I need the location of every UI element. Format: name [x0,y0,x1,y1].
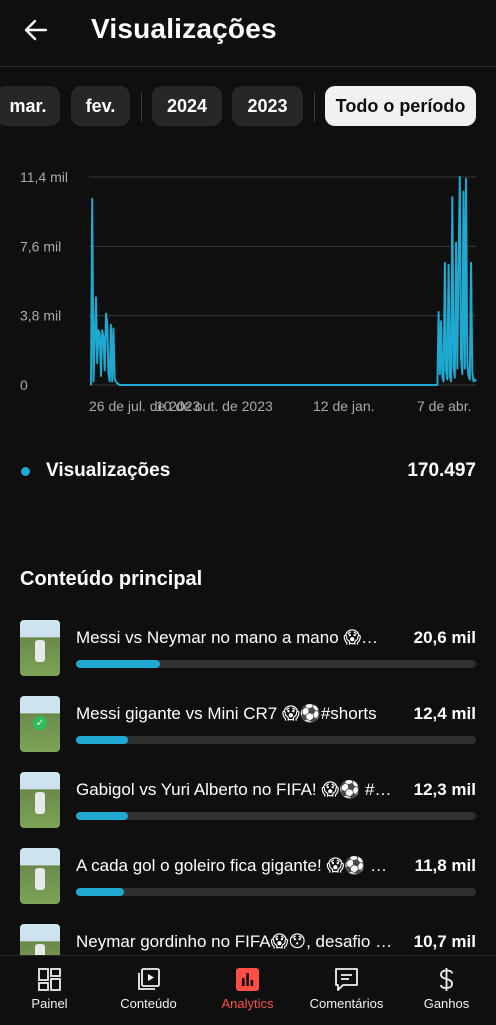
content-row[interactable]: Gabigol vs Yuri Alberto no FIFA! 😱⚽ #sho… [0,772,496,832]
app-header: Visualizações [0,0,496,67]
views-bar-fill [76,812,128,820]
chip-divider [314,92,315,122]
y-tick-label: 7,6 mil [20,238,61,254]
nav-label: Comentários [309,996,384,1011]
nav-analytics[interactable]: Analytics [198,956,297,1025]
views-summary-label: Visualizações [46,460,171,481]
views-bar-track [76,812,476,820]
analytics-icon [236,968,259,991]
views-bar-track [76,736,476,744]
content-row[interactable]: Messi vs Neymar no mano a mano 😱⚽ #short… [0,620,496,680]
chip-mar[interactable]: mar. [0,86,60,126]
back-arrow-icon[interactable] [20,14,52,46]
chip-2024[interactable]: 2024 [152,86,222,126]
legend-dot [21,467,30,476]
nav-label: Conteúdo [120,996,177,1011]
chip-divider [141,92,142,122]
views-chart[interactable]: 11,4 mil 7,6 mil 3,8 mil 0 26 de jul. de 20… [0,160,496,420]
nav-label: Analytics [221,996,274,1011]
y-tick-label: 11,4 mil [20,169,68,185]
x-tick-label: 10 de out. de 2023 [156,398,273,414]
content-row[interactable]: ✓ Messi gigante vs Mini CR7 😱⚽#shorts 12… [0,696,496,756]
content-icon [138,968,160,990]
y-tick-label: 0 [20,377,28,393]
x-tick-label: 12 de jan. [313,398,375,414]
video-views: 12,3 mil [413,780,476,799]
top-content-title: Conteúdo principal [20,568,203,590]
video-title: A cada gol o goleiro fica gigante! 😱⚽ #s… [76,856,396,875]
views-bar-track [76,660,476,668]
chip-2023[interactable]: 2023 [232,86,303,126]
nav-comentarios[interactable]: Comentários [297,956,396,1025]
dashboard-icon [38,968,61,991]
views-bar-fill [76,660,160,668]
views-bar-fill [76,888,124,896]
page-title: Visualizações [91,13,277,44]
views-line-chart: 11,4 mil7,6 mil3,8 mil0 26 de jul. de 20… [20,169,477,414]
video-views: 11,8 mil [414,856,476,875]
period-filter-chips: mar. fev. 2024 2023 Todo o período [0,86,496,128]
video-thumbnail: ✓ [20,696,60,752]
nav-painel[interactable]: Painel [0,956,99,1025]
earnings-icon [440,968,453,991]
content-row[interactable]: A cada gol o goleiro fica gigante! 😱⚽ #s… [0,848,496,908]
views-summary: Visualizações 170.497 [0,452,496,492]
video-views: 20,6 mil [413,628,476,647]
video-thumbnail [20,772,60,828]
nav-label: Ganhos [423,996,470,1011]
video-title: Gabigol vs Yuri Alberto no FIFA! 😱⚽ #sho… [76,780,396,799]
video-title: Neymar gordinho no FIFA😱😯, desafio #shor… [76,932,396,951]
comments-icon [335,968,358,991]
bottom-navigation: Painel Conteúdo Analytics Comentários Ga… [0,955,496,1025]
video-thumbnail [20,620,60,676]
nav-conteudo[interactable]: Conteúdo [99,956,198,1025]
views-series-line [90,176,477,386]
views-bar-track [76,888,476,896]
y-tick-label: 3,8 mil [20,308,61,324]
nav-ganhos[interactable]: Ganhos [397,956,496,1025]
check-icon: ✓ [33,716,47,730]
video-views: 12,4 mil [413,704,476,723]
video-views: 10,7 mil [413,932,476,951]
views-bar-fill [76,736,128,744]
chip-fev[interactable]: fev. [71,86,130,126]
video-thumbnail [20,848,60,904]
chip-todo-o-periodo[interactable]: Todo o período [325,86,476,126]
nav-label: Painel [31,996,68,1011]
video-title: Messi gigante vs Mini CR7 😱⚽#shorts [76,704,377,723]
video-title: Messi vs Neymar no mano a mano 😱⚽ #short… [76,628,396,647]
views-summary-value: 170.497 [407,460,476,481]
x-tick-label: 7 de abr. [417,398,472,414]
